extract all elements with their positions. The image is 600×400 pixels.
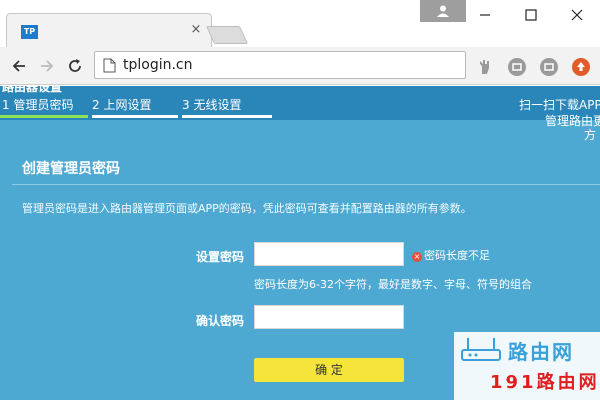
user-profile-button[interactable] [420, 0, 466, 22]
watermark: 路由网 191路由网 [454, 332, 600, 400]
browser-tab[interactable]: TP × [6, 13, 212, 47]
app-download-text: 扫一扫下载APP [519, 98, 600, 112]
forward-button[interactable] [36, 55, 58, 77]
address-bar[interactable]: tplogin.cn [94, 51, 466, 79]
upload-icon [577, 62, 585, 71]
reload-icon [69, 59, 81, 72]
back-button[interactable] [8, 55, 30, 77]
confirm-password-input[interactable] [254, 305, 404, 329]
step-internet-settings[interactable]: 2 上网设置 [92, 96, 151, 113]
section-description: 管理员密码是进入路由器管理页面或APP的密码，凭此密码可查看并配置路由器的所有参… [22, 202, 472, 215]
tp-favicon-icon: TP [21, 25, 38, 39]
reload-button[interactable] [64, 55, 86, 77]
extension-icon [512, 63, 522, 71]
divider [12, 184, 600, 185]
brand-peek-text: 路由器设置 [2, 86, 63, 94]
maximize-icon [525, 9, 537, 21]
step-wireless-settings[interactable]: 3 无线设置 [182, 96, 241, 113]
step-admin-password[interactable]: 1 管理员密码 [2, 96, 73, 113]
new-tab-button[interactable] [205, 26, 249, 44]
app-download-subtext: 方 [584, 128, 597, 142]
browser-toolbar: tplogin.cn [0, 47, 600, 85]
section-title: 创建管理员密码 [22, 161, 120, 177]
back-icon [12, 60, 25, 72]
user-icon [437, 5, 449, 17]
page-icon [103, 58, 116, 73]
extension-grid-button[interactable] [508, 58, 526, 76]
set-password-input[interactable] [254, 242, 404, 266]
password-hint: 密码长度为6-32个字符，最好是数字、字母、符号的组合 [254, 278, 532, 291]
minimize-button[interactable] [462, 0, 508, 30]
browser-titlebar: TP × [0, 0, 600, 47]
step-indicator [182, 115, 272, 118]
close-icon [571, 9, 583, 21]
step-indicator-active [0, 115, 88, 118]
extension-hand-button[interactable] [476, 58, 494, 76]
password-error-text: 密码长度不足 [424, 249, 490, 262]
confirm-password-label: 确认密码 [195, 314, 244, 328]
set-password-label: 设置密码 [195, 250, 244, 264]
forward-icon [41, 60, 54, 72]
address-url: tplogin.cn [123, 57, 193, 73]
step-indicator [92, 115, 178, 118]
extension-icon [544, 63, 554, 71]
watermark-bottom-text: 191路由网 [490, 372, 600, 393]
router-logo-icon [461, 338, 501, 361]
router-setup-page: 路由器设置 1 管理员密码 2 上网设置 3 无线设置 扫一扫下载APP 管理路… [0, 86, 600, 400]
hand-icon [480, 60, 489, 74]
maximize-button[interactable] [508, 0, 554, 30]
extension-box-button[interactable] [540, 58, 558, 76]
confirm-button[interactable]: 确 定 [254, 358, 404, 382]
error-icon: × [412, 252, 422, 262]
minimize-icon [480, 14, 490, 16]
password-error: × 密码长度不足 [412, 247, 490, 263]
close-button[interactable] [554, 0, 600, 30]
watermark-top-text: 路由网 [508, 340, 574, 364]
extension-upload-button[interactable] [572, 58, 590, 76]
tab-close-icon[interactable]: × [189, 23, 203, 37]
steps-bar: 路由器设置 1 管理员密码 2 上网设置 3 无线设置 扫一扫下载APP [0, 86, 600, 120]
